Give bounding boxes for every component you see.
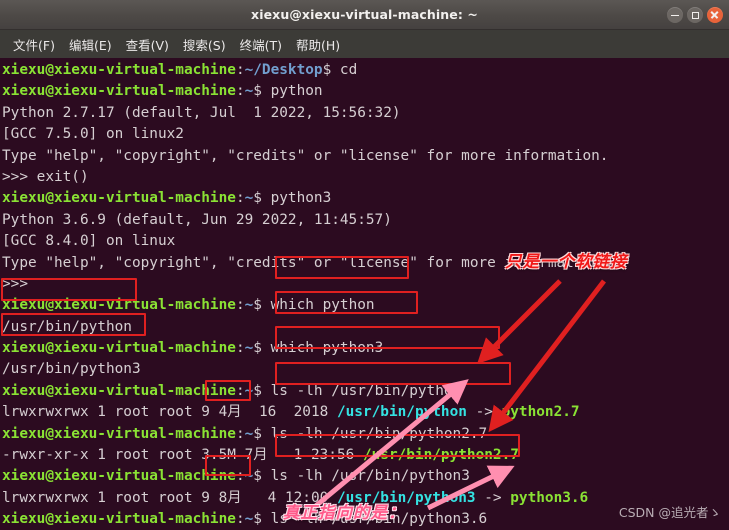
terminal-line: xiexu@xiexu-virtual-machine:~$ python3 — [2, 188, 729, 209]
prompt-path: ~ — [244, 468, 254, 485]
terminal-line: xiexu@xiexu-virtual-machine:~$ which pyt… — [2, 338, 729, 359]
menu-item-help[interactable]: 帮助(H) — [289, 33, 347, 56]
menubar-items: 文件(F) 编辑(E) 查看(V) 搜索(S) 终端(T) 帮助(H) — [6, 30, 347, 58]
menu-item-terminal[interactable]: 终端(T) — [233, 33, 289, 56]
terminal-text: /usr/bin/python3 — [2, 361, 141, 378]
terminal-line: [GCC 7.5.0] on linux2 — [2, 124, 729, 145]
window-controls — [667, 7, 723, 23]
prompt-separator: : — [235, 340, 245, 357]
prompt-separator: : — [235, 425, 245, 442]
menu-item-search[interactable]: 搜索(S) — [176, 33, 233, 56]
terminal-text: Python 3.6.9 (default, Jun 29 2022, 11:4… — [2, 211, 392, 228]
ls-target-path: /usr/bin/python2.7 — [362, 447, 519, 464]
command-text: $ cd — [322, 62, 358, 78]
command-text: $ ls -lh /usr/bin/python3.6 — [253, 511, 488, 528]
terminal-window: xiexu@xiexu-virtual-machine: ~ 文件(F) 编辑(… — [0, 0, 729, 530]
close-button[interactable] — [707, 7, 723, 23]
prompt-path: ~ — [244, 190, 254, 207]
terminal-line: /usr/bin/python — [2, 317, 729, 338]
menu-item-file[interactable]: 文件(F) — [6, 33, 62, 56]
minimize-button[interactable] — [667, 7, 683, 23]
terminal-text: >>> — [2, 275, 28, 292]
command-text: $ ls -lh /usr/bin/python3 — [253, 468, 470, 485]
terminal-output-area[interactable]: xiexu@xiexu-virtual-machine:~/Desktop$ c… — [0, 58, 729, 530]
terminal-text: Python 2.7.17 (default, Jul 1 2022, 15:5… — [2, 104, 401, 121]
prompt-separator: : — [235, 190, 245, 207]
terminal-line: lrwxrwxrwx 1 root root 9 8月 4 12:00 /usr… — [2, 488, 729, 509]
ls-arrow: -> — [475, 489, 511, 506]
prompt-separator: : — [235, 511, 245, 528]
terminal-line: xiexu@xiexu-virtual-machine:~$ ls -lh /u… — [2, 509, 729, 530]
terminal-line: xiexu@xiexu-virtual-machine:~$ which pyt… — [2, 295, 729, 316]
terminal-line: xiexu@xiexu-virtual-machine:~$ ls -lh /u… — [2, 381, 729, 402]
prompt-path: ~ — [244, 340, 254, 357]
menu-item-edit[interactable]: 编辑(E) — [62, 33, 119, 56]
prompt-path: ~ — [244, 382, 254, 399]
prompt-user-host: xiexu@xiexu-virtual-machine — [2, 62, 236, 78]
command-text: $ ls -lh /usr/bin/python — [253, 382, 462, 399]
prompt-path: ~ — [244, 83, 254, 100]
terminal-text: [GCC 7.5.0] on linux2 — [2, 126, 184, 143]
command-text: $ python — [253, 83, 323, 100]
terminal-text: /usr/bin/python — [2, 318, 132, 335]
menu-item-view[interactable]: 查看(V) — [119, 33, 176, 56]
command-text: $ ls -lh /usr/bin/python2.7 — [253, 425, 488, 442]
prompt-separator: : — [235, 382, 245, 399]
terminal-line: >>> — [2, 274, 729, 295]
terminal-text: >>> exit() — [2, 168, 89, 185]
window-title: xiexu@xiexu-virtual-machine: ~ — [251, 7, 478, 22]
command-text: $ which python — [253, 297, 375, 314]
maximize-button[interactable] — [687, 7, 703, 23]
terminal-line: xiexu@xiexu-virtual-machine:~$ python — [2, 81, 729, 102]
prompt-path: ~ — [244, 297, 254, 314]
terminal-line: xiexu@xiexu-virtual-machine:~/Desktop$ c… — [2, 60, 729, 81]
terminal-lines: xiexu@xiexu-virtual-machine:~/Desktop$ c… — [2, 60, 729, 530]
prompt-user-host: xiexu@xiexu-virtual-machine — [2, 83, 236, 100]
prompt-user-host: xiexu@xiexu-virtual-machine — [2, 468, 236, 485]
prompt-separator: : — [235, 297, 245, 314]
terminal-line: -rwxr-xr-x 1 root root 3.5M 7月 1 23:56 /… — [2, 445, 729, 466]
terminal-line: /usr/bin/python3 — [2, 359, 729, 380]
ls-metadata: lrwxrwxrwx 1 root root 9 8月 4 12:00 — [2, 489, 337, 506]
menubar: 文件(F) 编辑(E) 查看(V) 搜索(S) 终端(T) 帮助(H) — [0, 30, 729, 58]
prompt-separator: : — [235, 468, 245, 485]
terminal-line: Type "help", "copyright", "credits" or "… — [2, 146, 729, 167]
terminal-text: [GCC 8.4.0] on linux — [2, 233, 176, 250]
ls-arrow: -> — [466, 404, 502, 421]
prompt-path: ~/Desktop — [244, 62, 323, 78]
ls-target-path: /usr/bin/python3 — [336, 489, 476, 506]
prompt-path: ~ — [244, 425, 254, 442]
terminal-line: xiexu@xiexu-virtual-machine:~$ ls -lh /u… — [2, 466, 729, 487]
prompt-user-host: xiexu@xiexu-virtual-machine — [2, 425, 236, 442]
terminal-line: [GCC 8.4.0] on linux — [2, 231, 729, 252]
ls-target-path: /usr/bin/python — [336, 404, 467, 421]
prompt-user-host: xiexu@xiexu-virtual-machine — [2, 382, 236, 399]
window-titlebar: xiexu@xiexu-virtual-machine: ~ — [0, 0, 729, 30]
terminal-line: Type "help", "copyright", "credits" or "… — [2, 253, 729, 274]
terminal-line: Python 3.6.9 (default, Jun 29 2022, 11:4… — [2, 210, 729, 231]
terminal-text: Type "help", "copyright", "credits" or "… — [2, 147, 609, 164]
prompt-separator: : — [235, 62, 245, 78]
ls-link-destination: python3.6 — [510, 489, 589, 506]
ls-metadata: lrwxrwxrwx 1 root root 9 4月 16 2018 — [2, 404, 337, 421]
command-text: $ python3 — [253, 190, 332, 207]
ls-metadata: -rwxr-xr-x 1 root root 3.5M 7月 1 23:56 — [2, 447, 363, 464]
prompt-user-host: xiexu@xiexu-virtual-machine — [2, 297, 236, 314]
terminal-line: xiexu@xiexu-virtual-machine:~$ ls -lh /u… — [2, 424, 729, 445]
prompt-path: ~ — [244, 511, 254, 528]
prompt-user-host: xiexu@xiexu-virtual-machine — [2, 511, 236, 528]
terminal-line: >>> exit() — [2, 167, 729, 188]
command-text: $ which python3 — [253, 340, 384, 357]
terminal-text: Type "help", "copyright", "credits" or "… — [2, 254, 609, 271]
prompt-user-host: xiexu@xiexu-virtual-machine — [2, 340, 236, 357]
prompt-separator: : — [235, 83, 245, 100]
terminal-line: Python 2.7.17 (default, Jul 1 2022, 15:5… — [2, 103, 729, 124]
prompt-user-host: xiexu@xiexu-virtual-machine — [2, 190, 236, 207]
ls-link-destination: python2.7 — [501, 404, 580, 421]
terminal-line: lrwxrwxrwx 1 root root 9 4月 16 2018 /usr… — [2, 402, 729, 423]
